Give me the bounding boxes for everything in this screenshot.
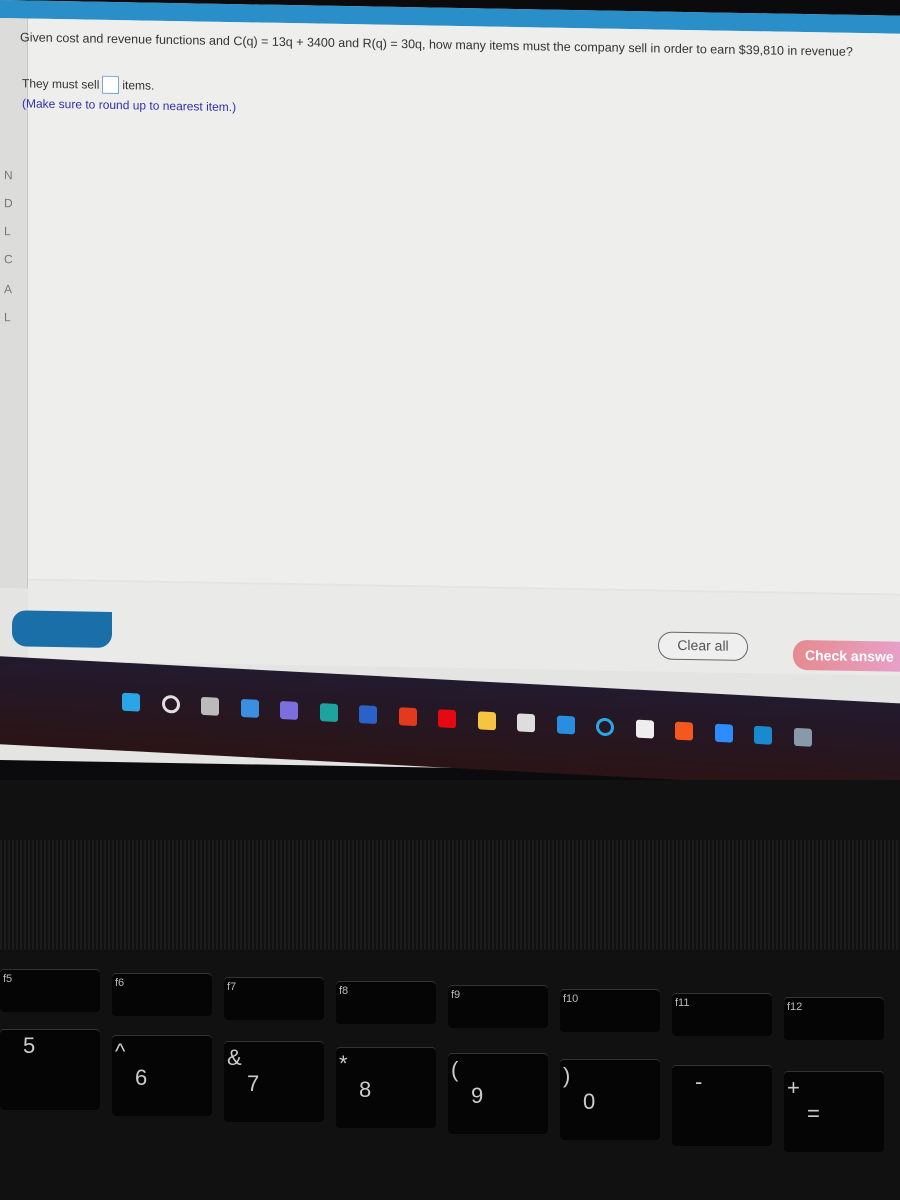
screen: N D L C A L Given cost and revenue funct…	[0, 0, 900, 792]
key-main-label: =	[807, 1101, 820, 1126]
netflix-icon[interactable]	[438, 709, 456, 729]
zoom-icon[interactable]	[714, 723, 733, 743]
key-main-label: 5	[23, 1033, 36, 1058]
key-alt-label: +	[787, 1075, 800, 1100]
mail-icon[interactable]	[556, 715, 575, 735]
key-label: f6	[115, 977, 125, 989]
key-alt-label: )	[563, 1063, 571, 1088]
key-alt-label: *	[339, 1051, 348, 1076]
footer-bar	[28, 580, 900, 676]
key-main-label: 0	[583, 1089, 596, 1114]
blue-button[interactable]	[12, 610, 112, 648]
function-key[interactable]: f11	[672, 994, 772, 1036]
sidebar-letter[interactable]: A	[4, 282, 12, 296]
answer-input[interactable]	[102, 75, 120, 95]
word-icon[interactable]	[359, 705, 377, 725]
clear-all-button[interactable]: Clear all	[658, 631, 748, 662]
sidebar-letter[interactable]: C	[4, 252, 13, 266]
number-key[interactable]: 5	[0, 1030, 100, 1110]
answer-row: They must sell items.	[22, 74, 155, 95]
task-view-icon[interactable]	[201, 696, 219, 716]
file-explorer-icon[interactable]	[477, 711, 496, 731]
number-key[interactable]: * 8	[336, 1048, 436, 1128]
edge-icon[interactable]	[319, 703, 338, 722]
check-answer-button[interactable]: Check answe	[793, 639, 900, 672]
app-icon[interactable]	[635, 719, 654, 739]
number-key[interactable]: -	[672, 1066, 772, 1146]
key-label: f12	[787, 1001, 803, 1013]
answer-prefix: They must sell	[22, 76, 100, 92]
soundcloud-icon[interactable]	[675, 721, 693, 741]
number-key[interactable]: (9	[448, 1054, 548, 1134]
cortana-icon[interactable]	[596, 717, 614, 737]
key-main-label: 6	[135, 1065, 148, 1090]
key-label: f10	[563, 993, 579, 1005]
windows-start-icon[interactable]	[122, 692, 140, 712]
key-main-label: 9	[471, 1083, 484, 1108]
question-text: Given cost and revenue functions and C(q…	[20, 30, 853, 59]
function-key[interactable]: f8	[336, 982, 436, 1024]
number-key[interactable]: + =	[784, 1072, 884, 1152]
office-icon[interactable]	[398, 707, 417, 727]
sidebar-letter[interactable]: L	[4, 224, 11, 238]
question-panel: Given cost and revenue functions and C(q…	[20, 18, 900, 594]
function-key[interactable]: f9	[448, 986, 548, 1028]
search-icon[interactable]	[161, 694, 180, 714]
sidebar-letter[interactable]: D	[4, 196, 13, 210]
speaker-grille	[0, 840, 900, 950]
number-key[interactable]: ^ 6	[112, 1036, 212, 1116]
hint-text: (Make sure to round up to nearest item.)	[22, 96, 237, 115]
function-key[interactable]: f10	[560, 990, 660, 1032]
key-label: f7	[227, 981, 237, 993]
number-key[interactable]: & 7	[224, 1042, 324, 1122]
keyboard: f5 5 f6 ^ 6 f7 & 7 f8 * 8 f9(9 f10) 0 f11- f12 + =	[0, 780, 900, 1200]
key-alt-label: ^	[115, 1039, 126, 1064]
key-alt-label: &	[227, 1045, 242, 1070]
taskbar	[0, 656, 900, 792]
widgets-icon[interactable]	[240, 698, 259, 718]
function-key[interactable]: f7	[224, 978, 324, 1020]
prime-video-icon[interactable]	[754, 725, 772, 745]
key-label: f11	[675, 997, 690, 1009]
camera-icon[interactable]	[793, 727, 812, 747]
key-main-label: -	[695, 1069, 703, 1094]
answer-suffix: items.	[122, 78, 155, 93]
function-key[interactable]: f12	[784, 998, 884, 1040]
key-main-label: 7	[247, 1071, 260, 1096]
function-key[interactable]: f6	[112, 974, 212, 1016]
key-main-label: 8	[359, 1077, 372, 1102]
microsoft-store-icon[interactable]	[517, 713, 535, 733]
key-label: f8	[339, 985, 349, 997]
sidebar-letter[interactable]: L	[4, 310, 11, 324]
number-key[interactable]: ) 0	[560, 1060, 660, 1140]
teams-chat-icon[interactable]	[280, 700, 298, 720]
key-label: f9	[451, 989, 461, 1001]
key-alt-label: (	[451, 1057, 459, 1082]
sidebar-letter[interactable]: N	[4, 168, 13, 182]
key-label: f5	[3, 973, 13, 985]
function-key[interactable]: f5	[0, 970, 100, 1012]
